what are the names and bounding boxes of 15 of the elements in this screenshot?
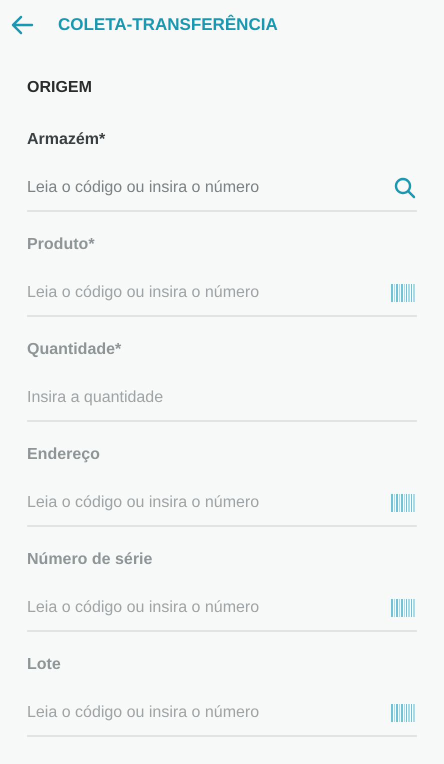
field-label: Endereço (27, 445, 101, 465)
field-label: Número de série (27, 550, 154, 570)
barcode-icon[interactable] (391, 494, 417, 512)
field-label: Produto* (27, 235, 96, 255)
section-title: ORIGEM (27, 78, 93, 98)
page-title: COLETA-TRANSFERÊNCIA (58, 14, 278, 36)
barcode-icon[interactable] (391, 704, 417, 722)
barcode-icon[interactable] (391, 284, 417, 302)
field-label: Quantidade* (27, 340, 122, 360)
field-label: Armazém* (27, 130, 106, 150)
barcode-icon[interactable] (391, 599, 417, 617)
back-arrow-icon[interactable] (10, 15, 34, 35)
field-label: Lote (27, 655, 62, 675)
search-icon[interactable] (393, 176, 417, 200)
input-field[interactable]: Leia o código ou insira o número (27, 176, 393, 200)
